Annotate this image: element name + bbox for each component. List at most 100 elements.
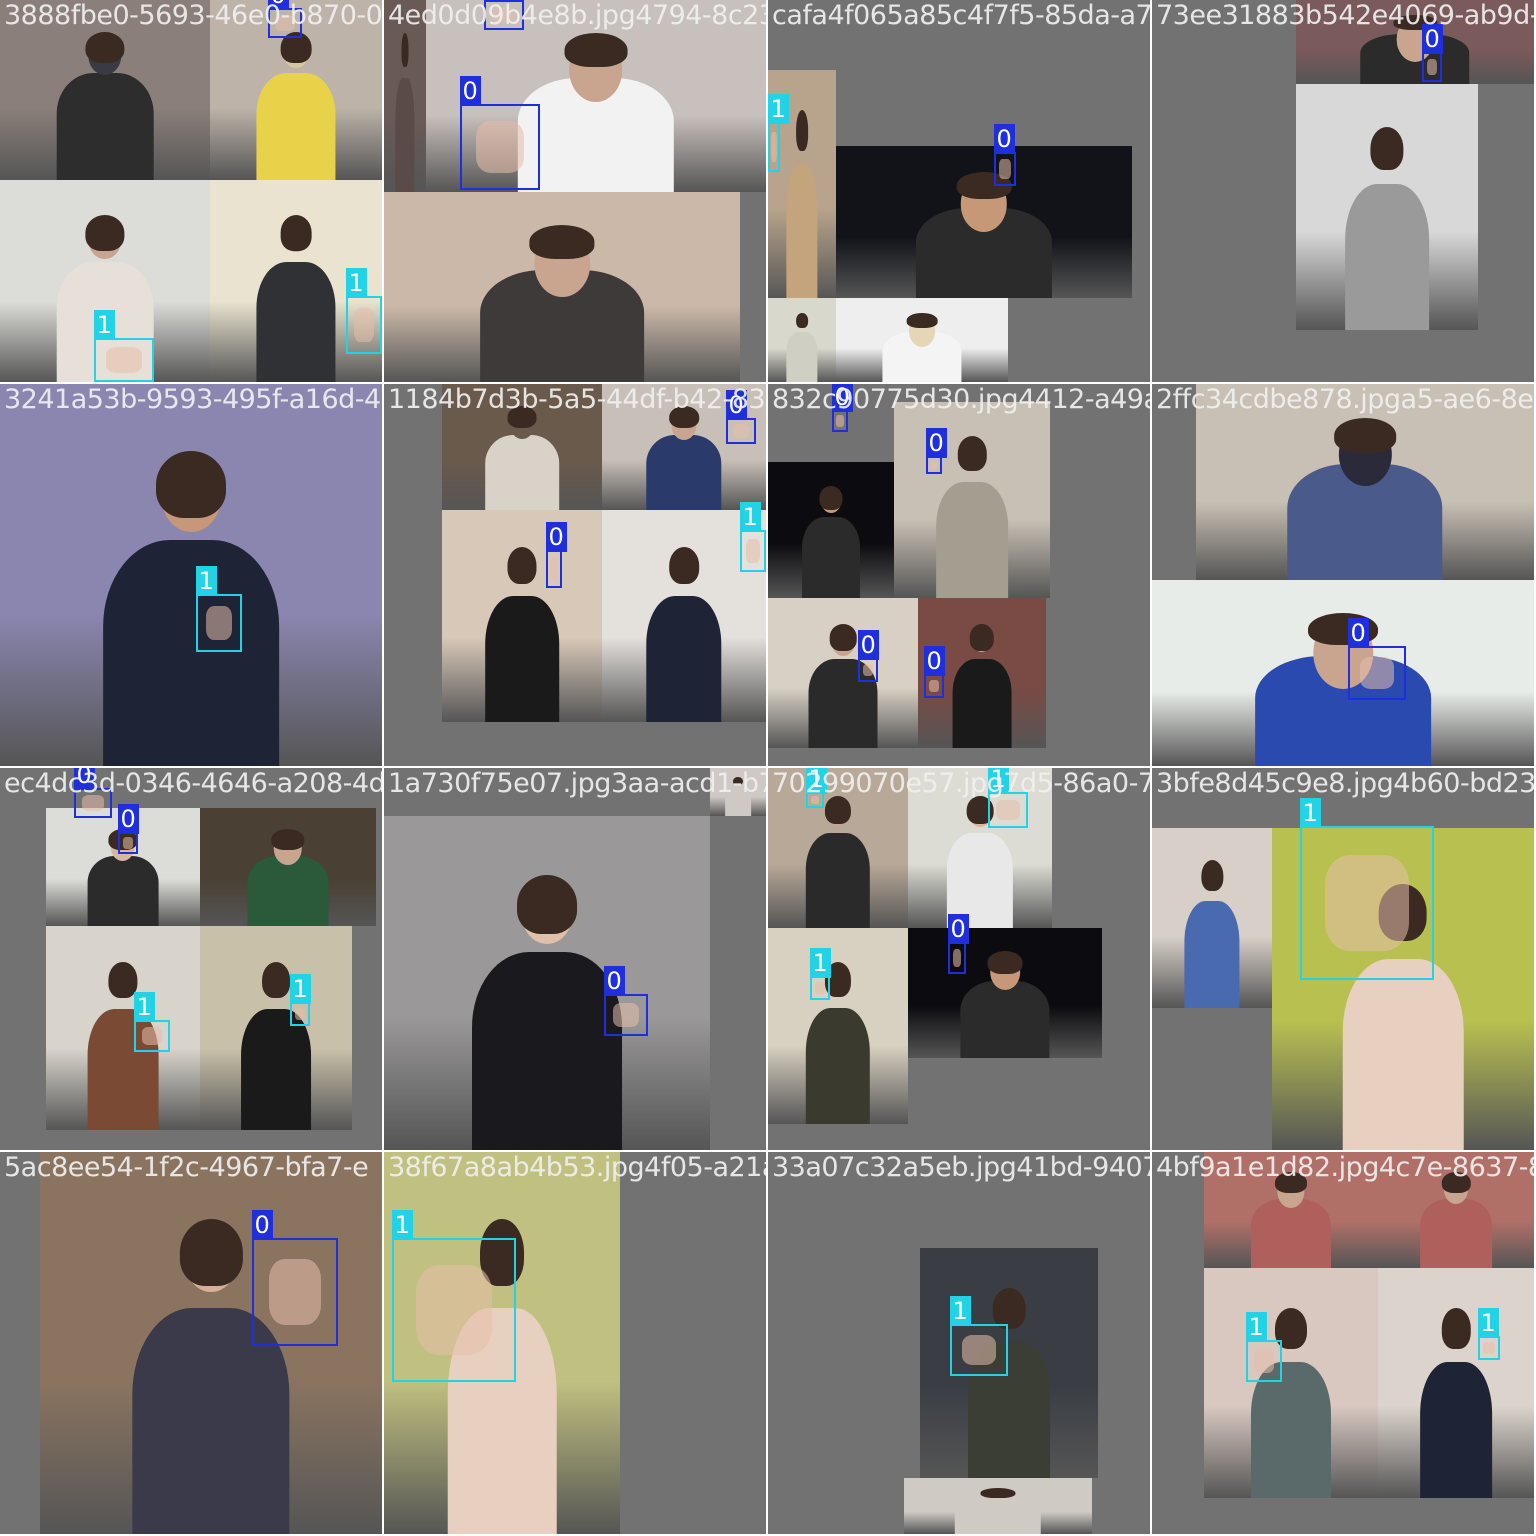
hand-region xyxy=(999,159,1011,179)
person-figure xyxy=(882,313,962,382)
bbox-class-1: 1 xyxy=(391,1210,516,1382)
bbox-class-0: 0 xyxy=(725,390,756,444)
person-figure xyxy=(1287,418,1443,580)
person-figure xyxy=(1420,1172,1492,1268)
bbox-class-0: 0 xyxy=(459,76,540,190)
hand-region xyxy=(353,307,375,343)
bbox-label: 0 xyxy=(1347,618,1369,648)
bbox-label: 1 xyxy=(1299,798,1321,828)
hand-region xyxy=(1325,855,1409,951)
mosaic-tile: 0 2ffc34cdbe878.jpga5-ae6-8e xyxy=(1152,384,1534,766)
photo-panel xyxy=(384,192,740,382)
photo-panel xyxy=(0,384,382,766)
tile-filename: 4ed0d09b4e8b.jpg4794-8c23-3aba4f065-a854… xyxy=(388,0,766,31)
hand-region xyxy=(952,949,962,967)
bbox-label: 1 xyxy=(1245,1312,1267,1342)
person-figure xyxy=(1345,127,1429,330)
hand-region xyxy=(771,132,777,162)
bbox-label: 1 xyxy=(133,992,155,1022)
bbox-label: 1 xyxy=(289,974,311,1004)
bbox-class-0: 0 xyxy=(857,630,879,682)
bbox-class-1: 1 xyxy=(195,566,242,652)
hand-region xyxy=(1426,58,1438,76)
mosaic-tile: 0 5ac8ee54-1f2c-4967-bfa7-e xyxy=(0,1152,382,1534)
hand-region xyxy=(928,679,940,693)
bbox-label: 0 xyxy=(603,966,625,996)
tile-filename: cafa4f065a85c4f7f5-85da-a73ee31883b54.jp… xyxy=(772,0,1150,31)
bbox-class-1: 1 xyxy=(93,310,154,382)
mosaic-tile: 0 73ee31883b542e4069-ab9d- xyxy=(1152,0,1534,382)
person-figure xyxy=(472,875,622,1150)
person-figure xyxy=(646,405,722,510)
photo-panel xyxy=(836,146,1132,298)
photo-panel xyxy=(768,462,894,598)
tile-filename: 38f67a8ab4b53.jpg4f05-a21a-f3 xyxy=(388,1152,766,1183)
photo-panel xyxy=(200,808,376,926)
person-figure xyxy=(517,33,675,192)
person-figure xyxy=(802,485,860,598)
bbox-label: 1 xyxy=(391,1210,413,1240)
mosaic-tile: 0 0 0 0 832c90775d30.jpg4412-a49a-a xyxy=(768,384,1150,766)
hand-region xyxy=(475,120,525,174)
tile-filename: 5ac8ee54-1f2c-4967-bfa7-e xyxy=(4,1152,369,1183)
photo-panel xyxy=(1152,580,1534,766)
photo-panel xyxy=(384,816,710,1150)
hand-region xyxy=(141,1027,163,1045)
bbox-label: 1 xyxy=(768,94,789,124)
bbox-class-0: 0 xyxy=(1347,618,1406,700)
mosaic-tile: 1 0 cafa4f065a85c4f7f5-85da-a73ee31883b54.… xyxy=(768,0,1150,382)
photo-panel xyxy=(1296,84,1478,330)
bbox-class-0: 0 xyxy=(251,1210,338,1346)
hand-region xyxy=(205,605,233,641)
mosaic-tile: 1 1 1 0 70299070e57.jpg7d5-86a0-7 xyxy=(768,768,1150,1150)
bbox-label: 0 xyxy=(545,522,567,552)
bbox-class-0: 0 xyxy=(923,646,945,698)
person-figure xyxy=(256,215,336,382)
bbox-class-0: 0 xyxy=(545,522,567,588)
tile-filename: 2ffc34cdbe878.jpga5-ae6-8e xyxy=(1156,384,1534,415)
mosaic-tile: 0 0 1 1184b7d3b-5a5-44df-b42-83dcd3e5d3e441… xyxy=(384,384,766,766)
bbox-class-1: 1 xyxy=(768,94,789,172)
bbox-label: 0 xyxy=(947,914,969,944)
hand-region xyxy=(745,538,761,564)
person-figure xyxy=(480,225,644,382)
mosaic-tile: 1 1 4bf9a1e1d82.jpg4c7e-8637-8 xyxy=(1152,1152,1534,1534)
mosaic-tile: 1 3241a53b-9593-495f-a16d-4 xyxy=(0,384,382,766)
bbox-class-1: 1 xyxy=(345,268,382,354)
bbox-class-0: 0 xyxy=(603,966,648,1036)
photo-panel xyxy=(46,926,200,1130)
hand-region xyxy=(1359,657,1395,689)
hand-region xyxy=(106,347,142,373)
mosaic-tile: 0 1a730f75e07.jpg3aa-acd1-b7 xyxy=(384,768,766,1150)
person-figure xyxy=(915,172,1053,298)
photo-panel xyxy=(836,298,1008,382)
mosaic-tile: 0 0 1 1 ec4dc3d-0346-4646-a208-4d xyxy=(0,768,382,1150)
mosaic-tile: 1 33a07c32a5eb.jpg41bd-9407-bc xyxy=(768,1152,1150,1534)
person-figure xyxy=(805,796,871,928)
photo-panel xyxy=(904,1478,1092,1534)
tile-filename: ec4dc3d-0346-4646-a208-4d xyxy=(4,768,382,799)
photo-panel xyxy=(1152,828,1272,1008)
bbox-class-1: 1 xyxy=(133,992,170,1052)
person-figure xyxy=(103,450,279,766)
hand-region xyxy=(1253,1348,1275,1374)
person-figure xyxy=(954,1487,1042,1534)
photo-panel xyxy=(1204,1268,1378,1498)
bbox-class-1: 1 xyxy=(739,502,766,572)
bbox-label: 0 xyxy=(117,804,139,834)
bbox-label: 0 xyxy=(923,646,945,676)
person-figure xyxy=(256,31,336,180)
bbox-class-0: 0 xyxy=(117,804,139,854)
photo-panel xyxy=(894,402,1050,598)
hand-region xyxy=(930,460,938,470)
hand-region xyxy=(732,423,750,439)
bbox-class-1: 1 xyxy=(1477,1308,1500,1360)
photo-panel xyxy=(768,298,836,382)
tile-filename: 1a730f75e07.jpg3aa-acd1-b7 xyxy=(388,768,766,799)
person-figure xyxy=(936,436,1008,598)
photo-panel xyxy=(442,510,602,722)
hand-region xyxy=(996,799,1020,821)
mosaic-tile: 1 38f67a8ab4b53.jpg4f05-a21a-f3 xyxy=(384,1152,766,1534)
person-figure xyxy=(395,33,415,192)
tile-filename: 3241a53b-9593-495f-a16d-4 xyxy=(4,384,381,415)
